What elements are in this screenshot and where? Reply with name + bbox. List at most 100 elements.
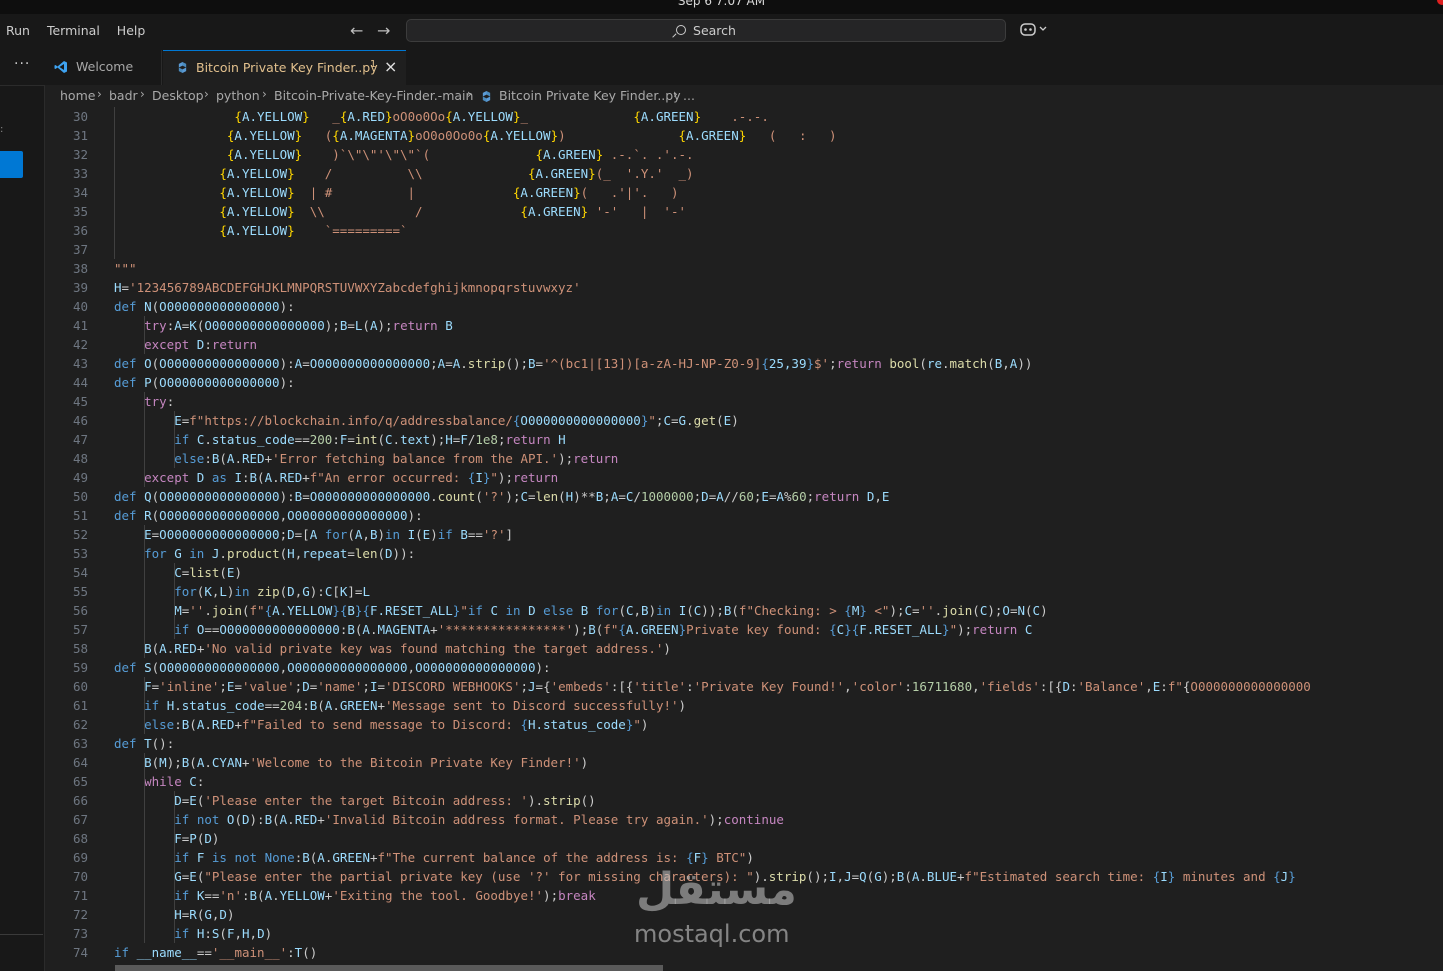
more-actions-icon[interactable]: ··· [14,56,30,72]
line-number: 50 [72,489,88,504]
line-number: 59 [72,660,88,675]
code-line[interactable]: B(A.RED+'No valid private key was found … [114,639,671,658]
code-line[interactable]: for G in J.product(H,repeat=len(D)): [114,544,415,563]
code-line[interactable]: B(M);B(A.CYAN+'Welcome to the Bitcoin Pr… [114,753,588,772]
code-line[interactable]: while C: [114,772,204,791]
line-number: 58 [72,641,88,656]
breadcrumb-project-folder[interactable]: Bitcoin-Private-Key-Finder.-main [274,88,473,103]
system-top-bar: Sep 6 7:07 AM [0,0,1443,14]
breadcrumb-desktop[interactable]: Desktop [152,88,204,103]
breadcrumb-file[interactable]: Bitcoin Private Key Finder..py [499,88,681,103]
active-view-indicator[interactable] [0,151,23,178]
code-line[interactable]: {A.YELLOW} / \\ {A.GREEN}(_ '.Y.' _) [114,164,693,183]
code-line[interactable]: {A.YELLOW} `=========` [114,221,407,240]
line-number: 60 [72,679,88,694]
python-file-icon [482,91,491,102]
line-number: 34 [72,185,88,200]
code-line[interactable]: E=O000000000000000;D=[A for(A,B)in I(E)i… [114,525,513,544]
code-line[interactable]: for(K,L)in zip(D,G):C[K]=L [114,582,370,601]
line-number: 47 [72,432,88,447]
copilot-icon[interactable] [1020,22,1048,40]
breadcrumb-home[interactable]: home [60,88,95,103]
tab-welcome[interactable]: Welcome [45,50,162,85]
code-editor[interactable]: 30 31 32 33 34 35 36 37 38 39 40 41 42 43 44 45 46 47 48 49… [45,107,1443,971]
menu-item-help[interactable]: Help [117,23,146,38]
code-line[interactable]: F='inline';E='value';D='name';I='DISCORD… [114,677,1311,696]
breadcrumb-python[interactable]: python [216,88,260,103]
line-number: 70 [72,869,88,884]
line-number: 57 [72,622,88,637]
code-line[interactable]: if O==O000000000000000:B(A.MAGENTA+'****… [114,620,1032,639]
code-line[interactable]: def T(): [114,734,174,753]
code-line[interactable]: {A.YELLOW} \\ / {A.GREEN} '-' | '-' [114,202,686,221]
indent-guide [144,316,146,354]
code-line[interactable]: C=list(E) [114,563,242,582]
menu-item-run[interactable]: Run [6,23,30,38]
code-line[interactable]: def O(O000000000000000):A=O0000000000000… [114,354,1032,373]
line-number: 73 [72,926,88,941]
line-number: 43 [72,356,88,371]
menu-item-terminal[interactable]: Terminal [47,23,100,38]
line-number: 63 [72,736,88,751]
line-number: 69 [72,850,88,865]
code-line[interactable]: else:B(A.RED+'Error fetching balance fro… [114,449,618,468]
line-number: 32 [72,147,88,162]
line-number: 33 [72,166,88,181]
editor-tab-bar: ··· Welcome Bitcoin Private Key Finder..… [0,50,1443,86]
line-number: 65 [72,774,88,789]
vscode-icon [54,61,67,73]
code-line[interactable]: if H:S(F,H,D) [114,924,272,943]
close-icon[interactable]: × [384,57,397,76]
line-number: 67 [72,812,88,827]
system-clock: Sep 6 7:07 AM [677,0,766,8]
code-line[interactable]: {A.YELLOW} )`\"\"'\"\"`( {A.GREEN} .-.`.… [114,145,694,164]
code-line[interactable]: """ [114,259,137,278]
code-line[interactable]: H='123456789ABCDEFGHJKLMNPQRSTUVWXYZabcd… [114,278,581,297]
command-center-search[interactable]: Search [406,19,1006,42]
code-line[interactable]: F=P(D) [114,829,219,848]
tab-bitcoin-private-key-finder[interactable]: Bitcoin Private Key Finder..py 1 × [163,50,406,85]
line-number: 30 [72,109,88,124]
title-bar: Run Terminal Help ← → Search [0,14,1443,51]
code-line[interactable]: def S(O000000000000000,O000000000000000,… [114,658,551,677]
indent-guide [144,392,146,487]
code-line[interactable]: except D:return [114,335,257,354]
breadcrumb: home › badr › Desktop › python › Bitcoin… [45,85,1443,107]
code-line[interactable]: if __name__=='__main__':T() [114,943,317,962]
indent-guide [174,411,176,468]
code-line[interactable]: {A.YELLOW} ({A.MAGENTA}oO0o0Oo0o{A.YELLO… [114,126,837,145]
code-line[interactable]: if not O(D):B(A.RED+'Invalid Bitcoin add… [114,810,784,829]
code-line[interactable]: def P(O000000000000000): [114,373,295,392]
forward-arrow-icon[interactable]: → [377,21,390,40]
watermark-arabic: مستقل [636,864,797,915]
line-number: 37 [72,242,88,257]
back-arrow-icon[interactable]: ← [350,21,363,40]
code-line[interactable]: try:A=K(O000000000000000);B=L(A);return … [114,316,453,335]
line-number: 41 [72,318,88,333]
line-number: 36 [72,223,88,238]
line-number: 51 [72,508,88,523]
search-label: Search [693,23,736,38]
code-line[interactable]: if H.status_code==204:B(A.GREEN+'Message… [114,696,686,715]
line-number: 74 [72,945,88,960]
code-line[interactable]: if K=='n':B(A.YELLOW+'Exiting the tool. … [114,886,596,905]
code-line[interactable]: def R(O000000000000000,O000000000000000)… [114,506,423,525]
breadcrumb-badr[interactable]: badr [109,88,138,103]
horizontal-scrollbar[interactable] [115,965,663,971]
code-line[interactable]: {A.YELLOW} | # | {A.GREEN}( .'|'. ) [114,183,678,202]
code-line[interactable]: else:B(A.RED+f"Failed to send message to… [114,715,648,734]
code-line[interactable]: except D as I:B(A.RED+f"An error occurre… [114,468,558,487]
indent-guide [144,753,146,943]
line-number: 61 [72,698,88,713]
code-line[interactable]: D=E('Please enter the target Bitcoin add… [114,791,596,810]
code-line[interactable]: def Q(O000000000000000):B=O0000000000000… [114,487,889,506]
line-number: 72 [72,907,88,922]
code-line[interactable]: if C.status_code==200:F=int(C.text);H=F/… [114,430,565,449]
watermark-latin: mostaql.com [634,920,790,948]
code-line[interactable]: M=''.join(f"{A.YELLOW}{B}{F.RESET_ALL}"i… [114,601,1047,620]
code-line[interactable]: E=f"https://blockchain.info/q/addressbal… [114,411,739,430]
breadcrumb-symbol[interactable]: ... [683,88,695,103]
code-line[interactable]: {A.YELLOW} _{A.RED}oO0o0Oo{A.YELLOW}_ {A… [114,107,768,126]
indent-guide [144,677,146,734]
code-line[interactable]: def N(O000000000000000): [114,297,295,316]
